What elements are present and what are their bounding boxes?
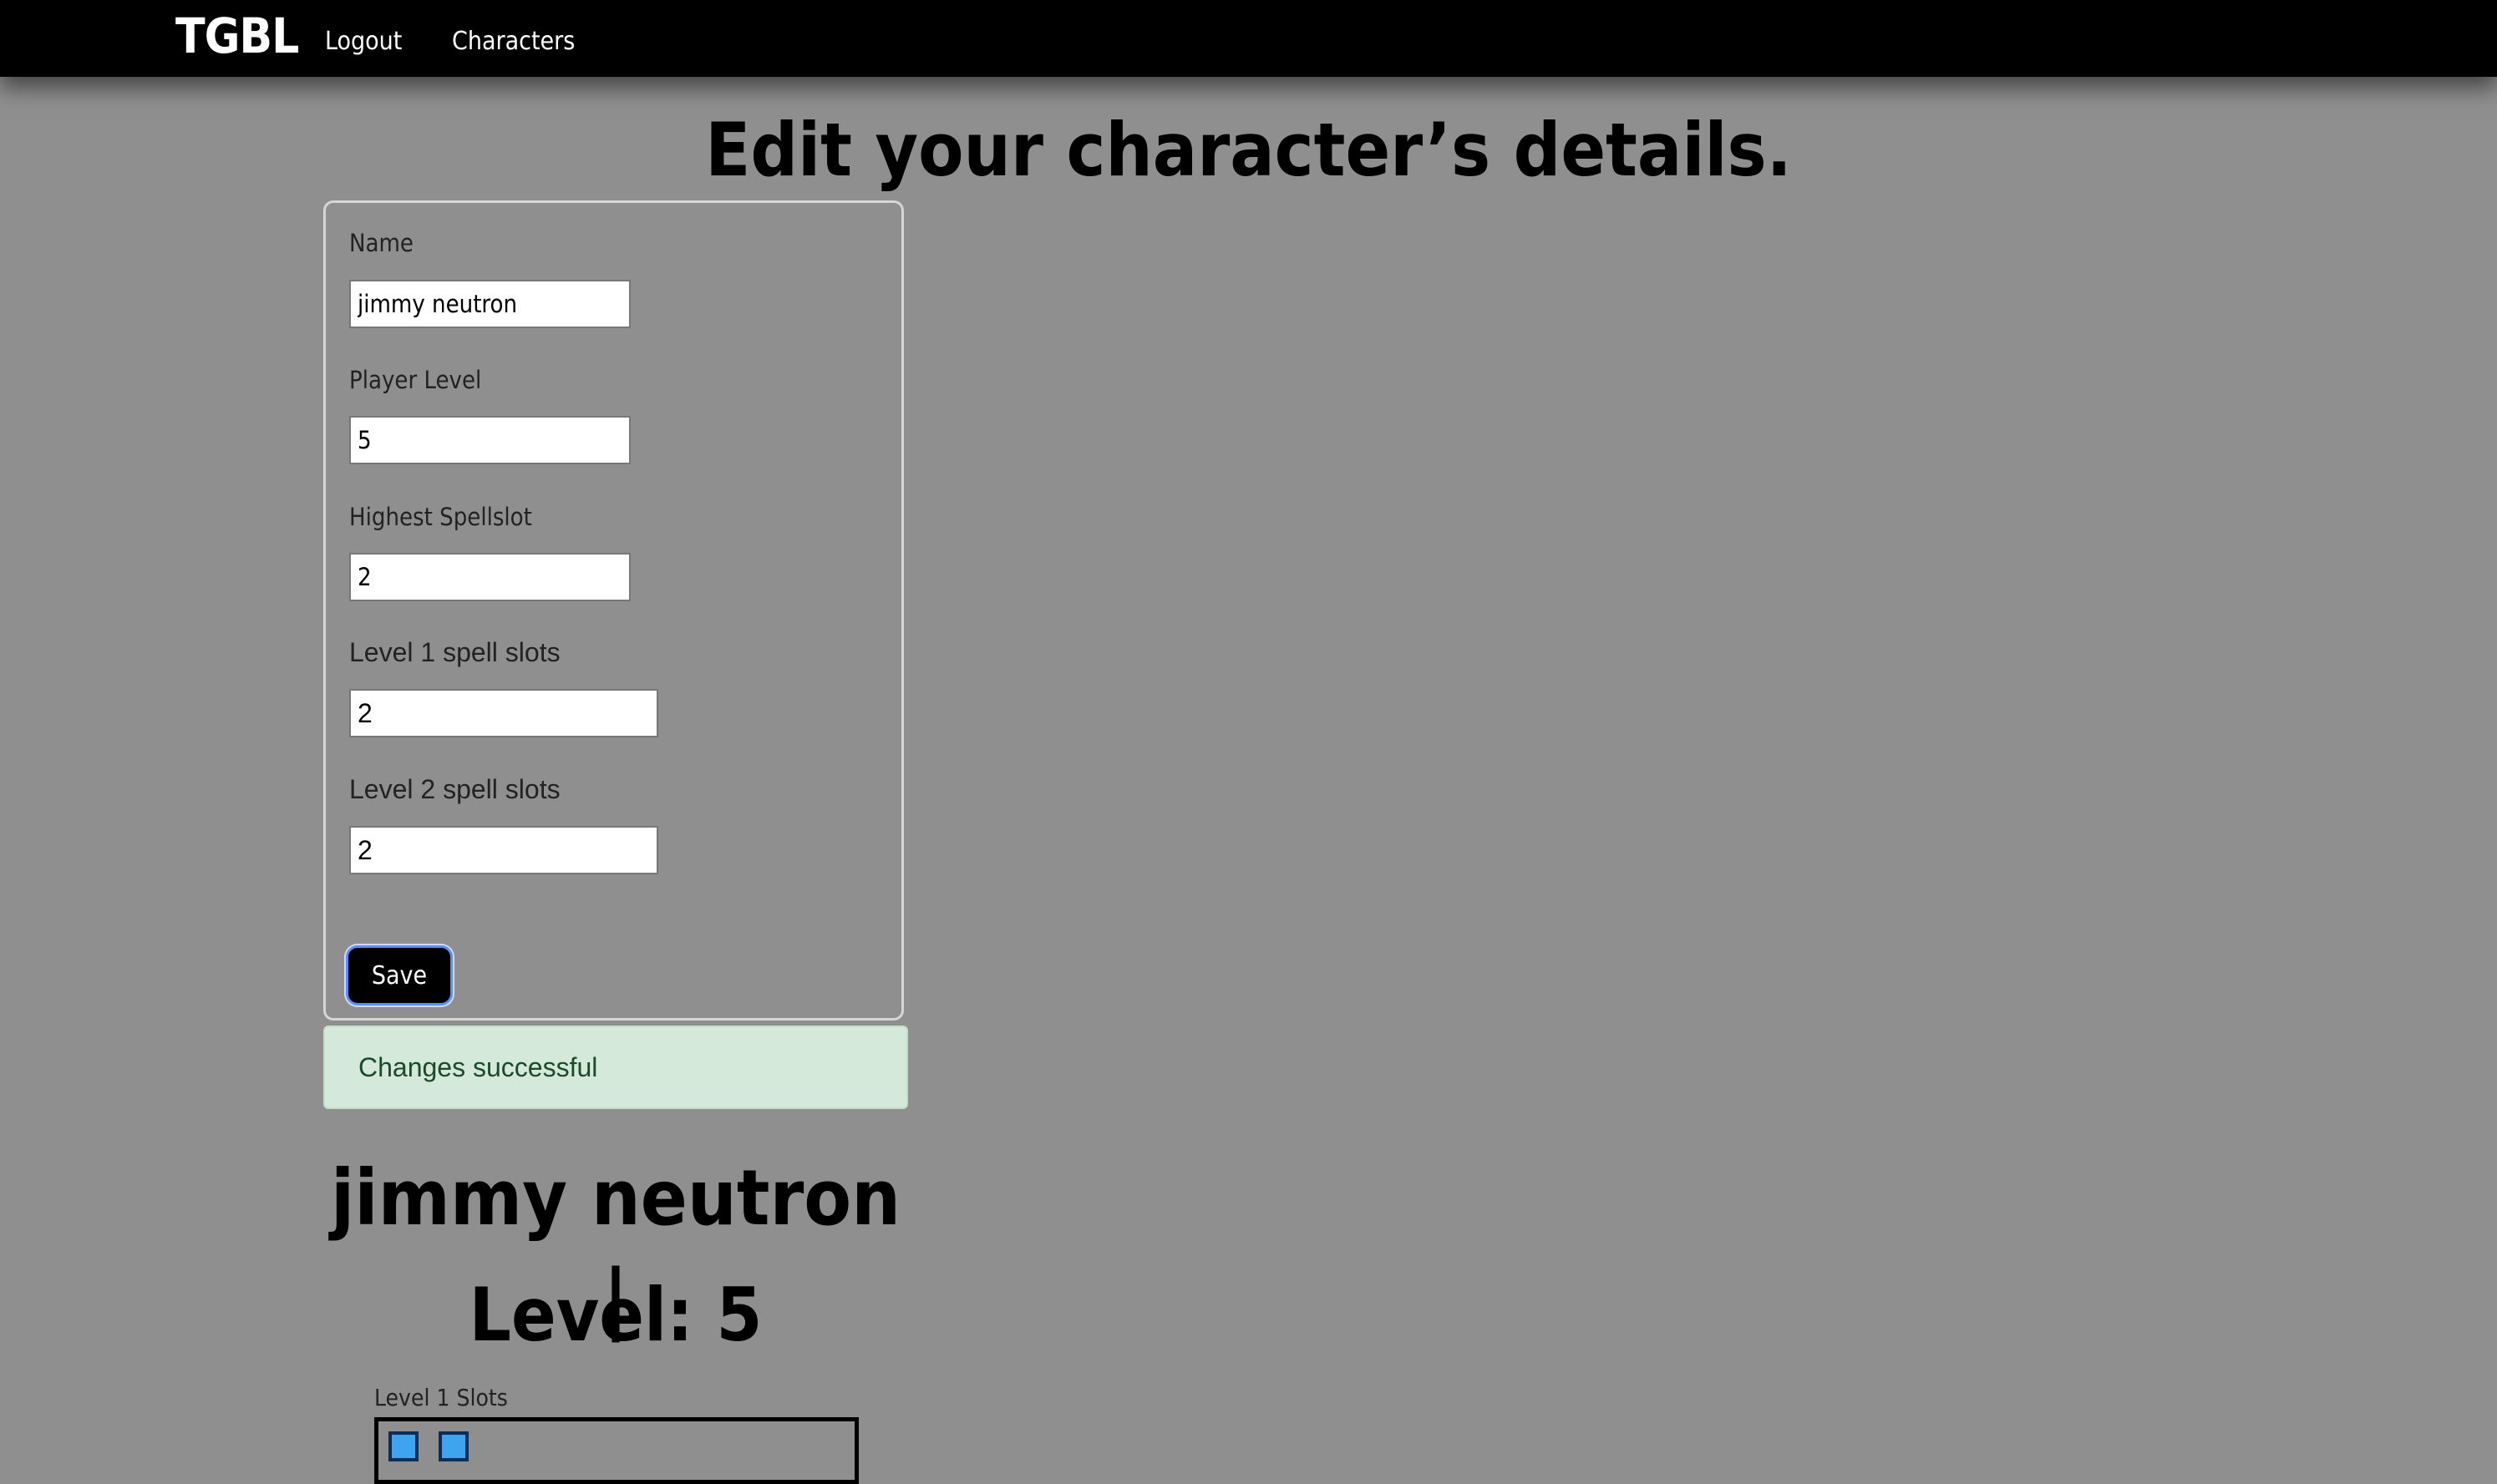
spell-slot-checkbox[interactable]	[439, 1431, 469, 1461]
highest-spellslot-label: Highest Spellslot	[349, 503, 532, 531]
success-alert: Changes successful	[323, 1026, 908, 1109]
level-2-spell-slots-label: Level 2 spell slots	[349, 774, 561, 804]
page-title: Edit your character’s details.	[705, 107, 1792, 193]
nav-characters-link[interactable]: Characters	[452, 25, 575, 58]
player-level-input[interactable]	[349, 416, 631, 464]
edit-character-form: Name Player Level Highest Spellslot Leve…	[323, 200, 904, 1021]
brand-logo[interactable]: TGBL	[175, 7, 299, 65]
save-button[interactable]: Save	[346, 945, 453, 1005]
name-input[interactable]	[349, 280, 631, 328]
nav-logout-link[interactable]: Logout	[325, 25, 402, 58]
level-1-spell-slots-input[interactable]	[349, 689, 658, 737]
level-1-spell-slots-label: Level 1 spell slots	[349, 637, 561, 667]
character-level-heading: Level: 5	[469, 1272, 763, 1358]
name-label: Name	[349, 229, 414, 257]
highest-spellslot-input[interactable]	[349, 553, 631, 601]
player-level-label: Player Level	[349, 366, 482, 394]
level-1-slots-tracker	[374, 1417, 859, 1484]
level-1-slots-label: Level 1 Slots	[374, 1384, 508, 1411]
level-2-spell-slots-input[interactable]	[349, 826, 658, 874]
spell-slot-checkbox[interactable]	[388, 1431, 419, 1461]
top-navbar: TGBL Logout Characters	[0, 0, 2497, 77]
